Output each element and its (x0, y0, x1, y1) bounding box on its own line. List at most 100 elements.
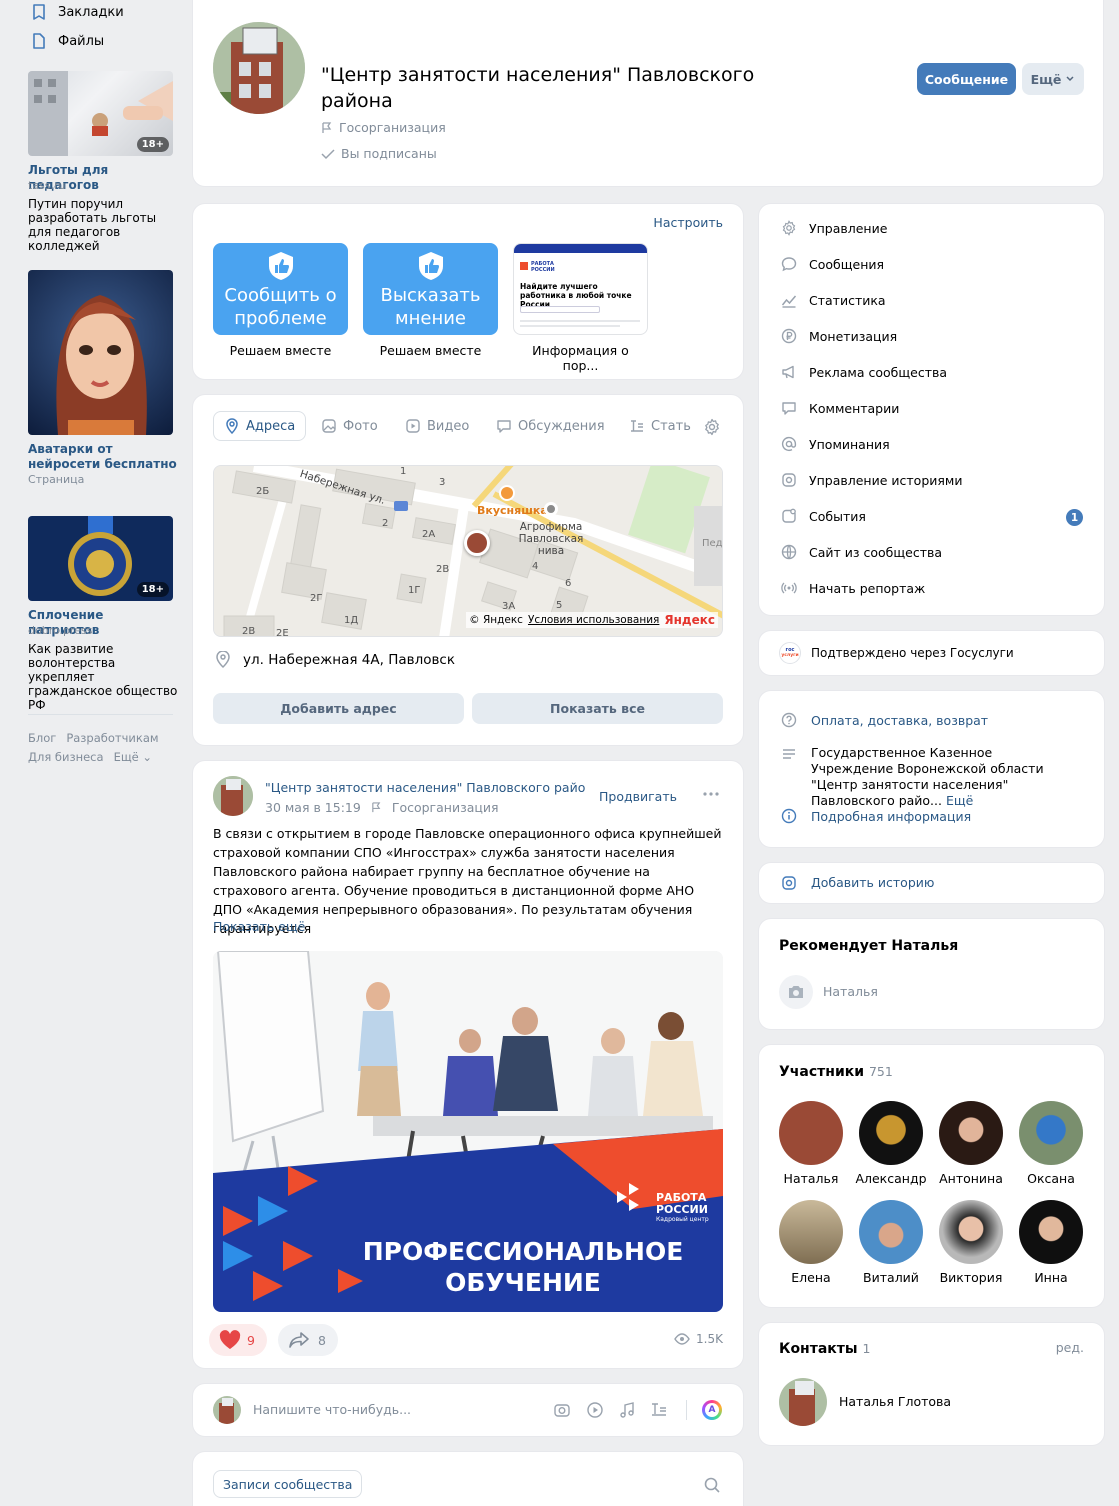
photo-icon (321, 418, 337, 434)
menu-item-monetization[interactable]: Монетизация (781, 328, 897, 344)
poi-marker-icon[interactable] (544, 502, 558, 516)
footer-blog-link[interactable]: Блог (28, 731, 56, 745)
avatar (779, 1200, 843, 1264)
recommended-name[interactable]: Наталья (823, 984, 878, 999)
tab-label: Стать (651, 418, 691, 434)
share-icon (288, 1331, 310, 1349)
show-all-addresses-button[interactable]: Показать все (472, 693, 723, 724)
menu-item-broadcast[interactable]: Начать репортаж (781, 580, 925, 596)
search-icon[interactable] (703, 1476, 721, 1494)
post-date[interactable]: 30 мая в 15:19 (265, 800, 361, 815)
more-button-label: Ещё (1030, 71, 1062, 87)
menu-item-stats[interactable]: Статистика (781, 292, 886, 308)
widget-job-info[interactable]: РАБОТА РОССИИ Найдите лучшего работника … (513, 243, 648, 335)
footer-more-link[interactable]: Ещё ⌄ (114, 750, 152, 764)
promo-title[interactable]: Аватарки от нейросети бесплатно (28, 442, 178, 472)
message-button[interactable]: Сообщение (917, 63, 1016, 95)
menu-item-mentions[interactable]: Упоминания (781, 436, 890, 452)
community-type-label: Госорганизация (339, 120, 446, 135)
add-address-button[interactable]: Добавить адрес (213, 693, 464, 724)
description-more-link[interactable]: Ещё (946, 793, 973, 808)
tab-photos[interactable]: Фото (321, 411, 378, 441)
promote-button[interactable]: Продвигать (599, 789, 677, 804)
footer-business-link[interactable]: Для бизнеса (28, 750, 104, 764)
music-icon[interactable] (618, 1401, 636, 1419)
member-item[interactable]: Елена (771, 1200, 851, 1285)
subscribed-status[interactable]: Вы подписаны (321, 146, 437, 161)
promo-image-avatars[interactable] (28, 270, 173, 435)
ai-assistant-icon[interactable]: A (702, 1400, 722, 1420)
widget-share-opinion[interactable]: Высказать мнение (363, 243, 498, 335)
nav-bookmarks[interactable]: Закладки (30, 3, 124, 21)
configure-link[interactable]: Настроить (653, 215, 723, 230)
composer-input[interactable]: Напишите что-нибудь... (253, 1402, 411, 1417)
community-posts-tab[interactable]: Записи сообщества (213, 1470, 363, 1498)
video-icon[interactable] (586, 1401, 604, 1419)
like-button[interactable]: 9 (209, 1324, 267, 1356)
member-item[interactable]: Антонина (931, 1101, 1011, 1186)
member-item[interactable]: Александр (851, 1101, 931, 1186)
contact-avatar[interactable] (779, 1378, 827, 1426)
article-icon[interactable] (650, 1401, 668, 1419)
payment-delivery-link[interactable]: Оплата, доставка, возврат (811, 713, 988, 728)
address-line: ул. Набережная 4А, Павловск (215, 651, 455, 669)
more-button[interactable]: Ещё (1022, 63, 1084, 95)
menu-item-ads[interactable]: Реклама сообщества (781, 364, 947, 380)
map-poi-company[interactable]: Агрофирма Павловская нива (506, 521, 596, 557)
member-item[interactable]: Оксана (1011, 1101, 1091, 1186)
community-avatar[interactable] (213, 22, 305, 114)
camera-icon[interactable] (779, 975, 813, 1009)
menu-item-site[interactable]: Сайт из сообщества (781, 544, 942, 560)
details-link[interactable]: Подробная информация (811, 809, 971, 824)
more-options-icon[interactable] (702, 785, 720, 803)
menu-item-stories[interactable]: Управление историями (781, 472, 962, 488)
question-icon (781, 712, 797, 728)
promo-image-patriots[interactable]: 18+ (28, 516, 173, 601)
tab-video[interactable]: Видео (405, 411, 469, 441)
tab-addresses[interactable]: Адреса (213, 411, 307, 441)
member-item[interactable]: Виктория (931, 1200, 1011, 1285)
community-location-marker[interactable] (464, 530, 490, 556)
address-text[interactable]: ул. Набережная 4А, Павловск (243, 652, 455, 668)
member-item[interactable]: Виталий (851, 1200, 931, 1285)
widget-report-problem[interactable]: Сообщить о проблеме (213, 243, 348, 335)
site-text-line (520, 320, 640, 322)
article-icon (629, 418, 645, 434)
contacts-edit-link[interactable]: ред. (1056, 1340, 1084, 1355)
members-card: Участники 751 Наталья Александр Антонина… (759, 1045, 1104, 1307)
site-search-bar (520, 306, 600, 313)
map[interactable]: Набережная ул. 2Б 1 3 2 2А 2В 1Г 4 6 2Г … (213, 465, 723, 637)
promo-image-teachers[interactable]: 18+ (28, 71, 173, 156)
discussion-icon (496, 418, 512, 434)
members-title[interactable]: Участники 751 (779, 1064, 893, 1080)
add-story-card[interactable]: Добавить историю (759, 863, 1104, 903)
cafe-marker-icon[interactable] (499, 485, 515, 501)
footer-dev-link[interactable]: Разработчикам (66, 731, 158, 745)
map-poi-cafe[interactable]: Вкусняшка (477, 504, 548, 517)
share-button[interactable]: 8 (278, 1324, 338, 1356)
gear-icon[interactable] (703, 418, 721, 436)
show-more-link[interactable]: Показать ещё (213, 919, 305, 934)
contact-name[interactable]: Наталья Глотова (839, 1394, 951, 1409)
map-building-number: 1Д (344, 615, 359, 626)
post-image[interactable]: РАБОТА РОССИИ Кадровый центр ПРОФЕССИОНА… (213, 951, 723, 1312)
menu-item-manage[interactable]: Управление (781, 220, 887, 236)
tab-discussions[interactable]: Обсуждения (496, 411, 605, 441)
contacts-title[interactable]: Контакты 1 (779, 1341, 870, 1357)
post-author-avatar[interactable] (213, 776, 253, 816)
camera-icon[interactable] (553, 1401, 571, 1419)
post-composer: Напишите что-нибудь... A (193, 1384, 743, 1436)
add-story-label: Добавить историю (811, 875, 935, 890)
tab-articles[interactable]: Стать (629, 411, 691, 441)
menu-item-comments[interactable]: Комментарии (781, 400, 899, 416)
post-author-name[interactable]: "Центр занятости населения" Павловского … (265, 780, 585, 795)
map-terms-link[interactable]: Условия использования (528, 614, 659, 626)
member-item[interactable]: Наталья (771, 1101, 851, 1186)
nav-files[interactable]: Файлы (30, 32, 104, 50)
menu-item-events[interactable]: События (781, 508, 866, 524)
file-icon (30, 32, 48, 50)
member-item[interactable]: Инна (1011, 1200, 1091, 1285)
gosuslugi-verified-text[interactable]: Подтверждено через Госуслуги (811, 646, 1014, 660)
community-header: "Центр занятости населения" Павловского … (193, 0, 1103, 186)
menu-item-messages[interactable]: Сообщения (781, 256, 884, 272)
